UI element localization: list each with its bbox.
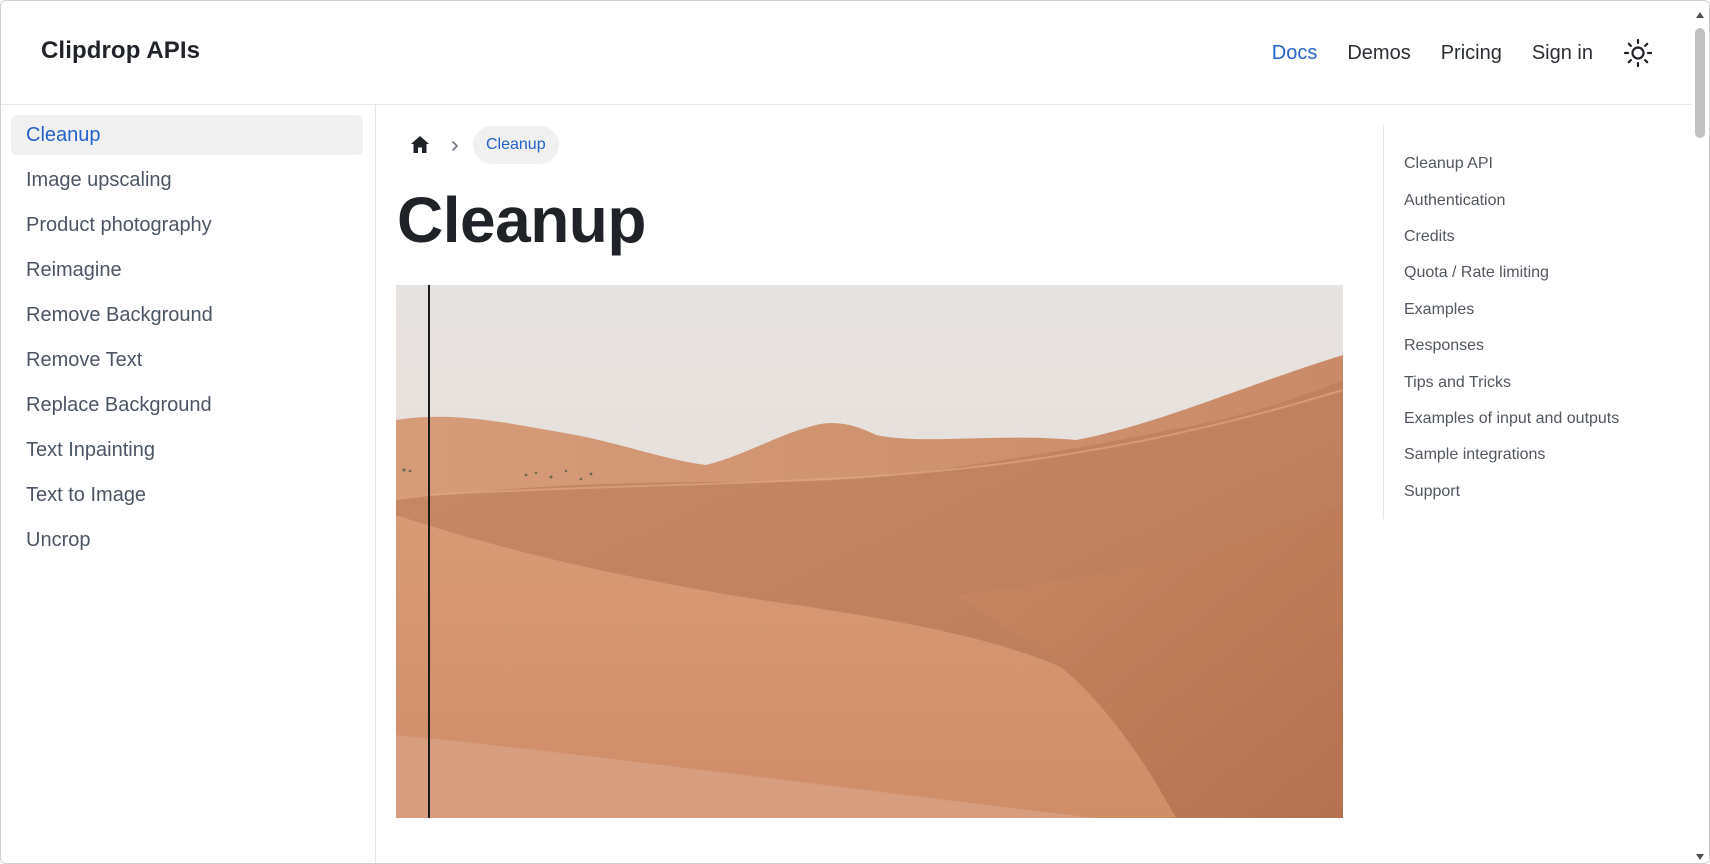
- toc-item-credits[interactable]: Credits: [1404, 219, 1673, 255]
- sidebar-item-text-to-image[interactable]: Text to Image: [11, 475, 363, 515]
- browser-viewport: Clipdrop APIs Docs Demos Pricing Sign in: [0, 0, 1710, 864]
- top-nav: Docs Demos Pricing Sign in: [1272, 1, 1665, 105]
- sun-icon[interactable]: [1623, 38, 1653, 68]
- toc-item-responses[interactable]: Responses: [1404, 328, 1673, 364]
- sidebar-item-cleanup[interactable]: Cleanup: [11, 115, 363, 155]
- sidebar-item-remove-text[interactable]: Remove Text: [11, 340, 363, 380]
- toc-item-tips-and-tricks[interactable]: Tips and Tricks: [1404, 364, 1673, 400]
- scroll-up-arrow-icon[interactable]: [1695, 7, 1705, 18]
- table-of-contents: Cleanup API Authentication Credits Quota…: [1383, 125, 1673, 519]
- nav-demos-link[interactable]: Demos: [1347, 42, 1410, 65]
- top-header: Clipdrop APIs Docs Demos Pricing Sign in: [1, 1, 1693, 105]
- page-scrollbar[interactable]: [1691, 1, 1709, 863]
- toc-item-examples-input-outputs[interactable]: Examples of input and outputs: [1404, 401, 1673, 437]
- scrollbar-thumb[interactable]: [1695, 28, 1705, 138]
- breadcrumb-current[interactable]: Cleanup: [473, 126, 559, 164]
- chevron-right-icon: [449, 139, 461, 151]
- docs-sidebar: Cleanup Image upscaling Product photogra…: [1, 105, 376, 863]
- sidebar-item-reimagine[interactable]: Reimagine: [11, 250, 363, 290]
- toc-item-examples[interactable]: Examples: [1404, 292, 1673, 328]
- page-title: Cleanup: [397, 184, 646, 256]
- toc-item-cleanup-api[interactable]: Cleanup API: [1404, 146, 1673, 182]
- sidebar-item-product-photography[interactable]: Product photography: [11, 205, 363, 245]
- sidebar-item-uncrop[interactable]: Uncrop: [11, 520, 363, 560]
- sidebar-item-text-inpainting[interactable]: Text Inpainting: [11, 430, 363, 470]
- sidebar-item-remove-background[interactable]: Remove Background: [11, 295, 363, 335]
- sidebar-item-replace-background[interactable]: Replace Background: [11, 385, 363, 425]
- home-icon[interactable]: [409, 134, 431, 156]
- breadcrumb: Cleanup: [409, 125, 559, 165]
- nav-docs-link[interactable]: Docs: [1272, 42, 1318, 65]
- toc-item-quota-rate-limiting[interactable]: Quota / Rate limiting: [1404, 255, 1673, 291]
- scroll-down-arrow-icon[interactable]: [1695, 849, 1705, 860]
- hero-image: [396, 285, 1343, 818]
- toc-item-sample-integrations[interactable]: Sample integrations: [1404, 437, 1673, 473]
- main-content: Cleanup Cleanup: [377, 105, 1377, 863]
- nav-pricing-link[interactable]: Pricing: [1441, 42, 1502, 65]
- sidebar-item-image-upscaling[interactable]: Image upscaling: [11, 160, 363, 200]
- toc-item-authentication[interactable]: Authentication: [1404, 182, 1673, 218]
- toc-item-support[interactable]: Support: [1404, 474, 1673, 510]
- nav-sign-in-link[interactable]: Sign in: [1532, 42, 1593, 65]
- brand-logo-text[interactable]: Clipdrop APIs: [41, 37, 200, 65]
